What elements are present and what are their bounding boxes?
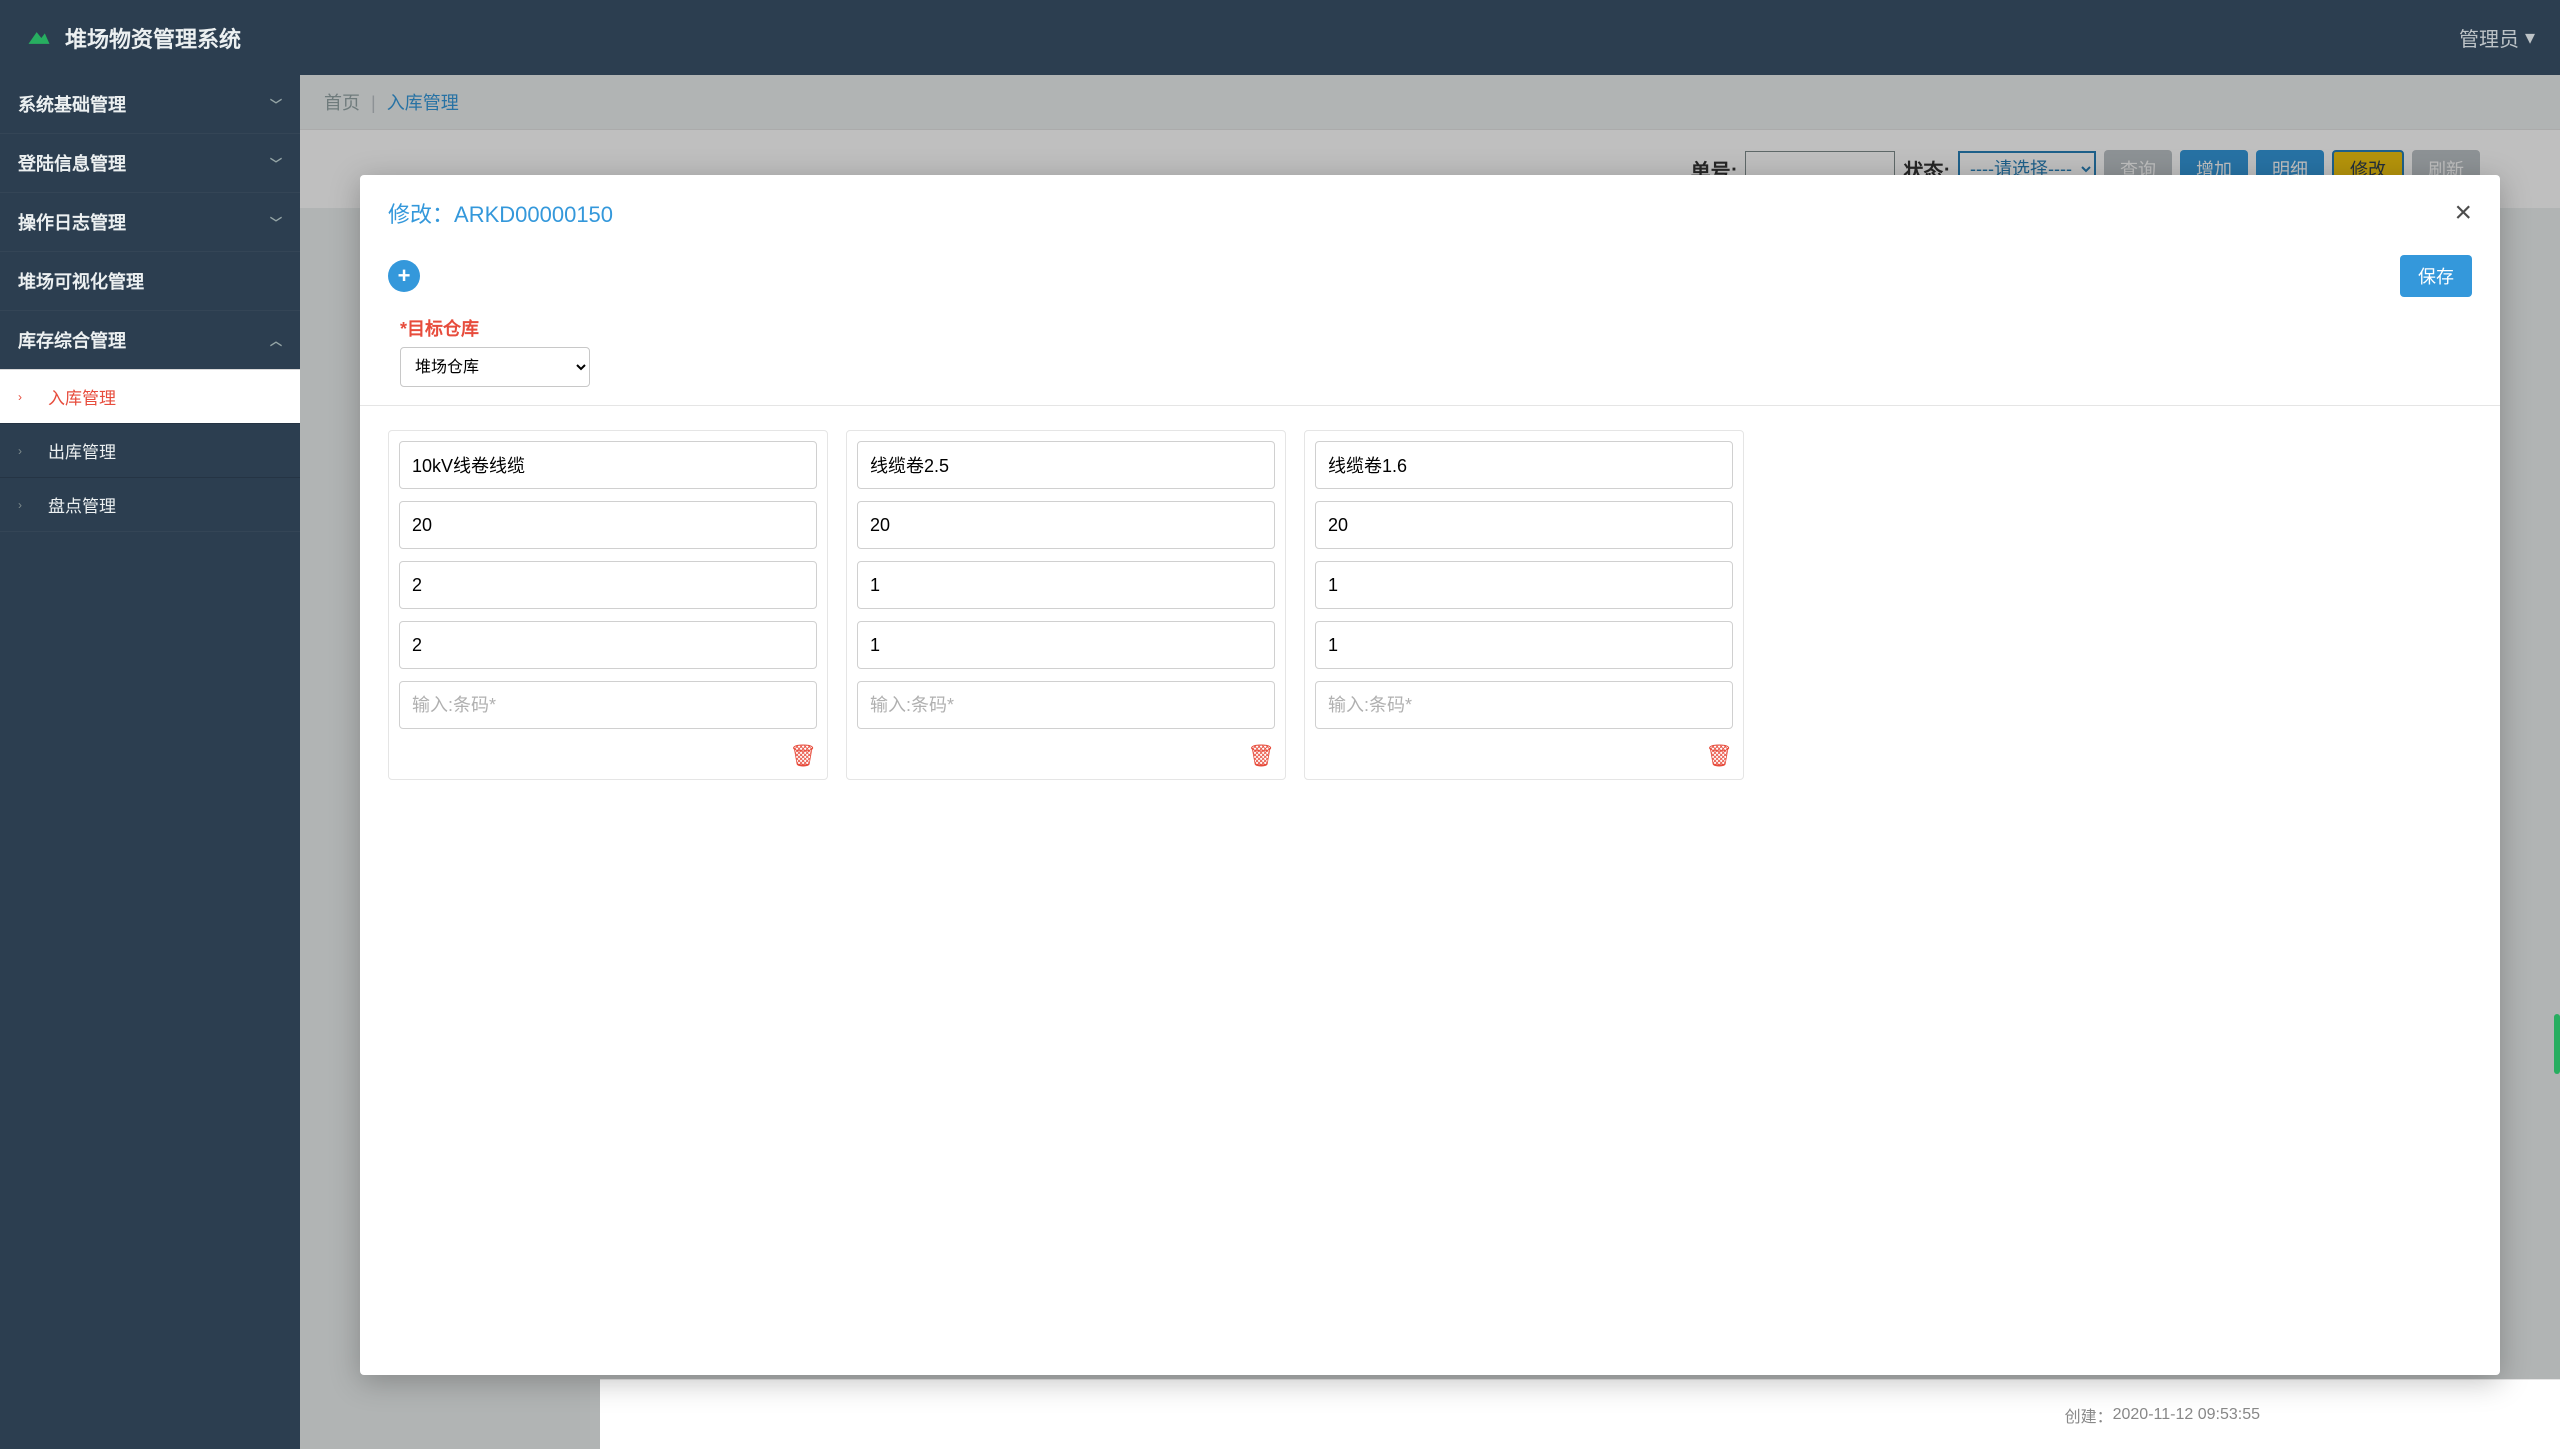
item-barcode-input[interactable] xyxy=(857,681,1275,729)
item-name-input[interactable] xyxy=(399,441,817,489)
chevron-down-icon: ﹀ xyxy=(270,155,282,172)
plus-icon: + xyxy=(398,263,411,289)
item-field4-input[interactable] xyxy=(857,621,1275,669)
item-name-input[interactable] xyxy=(1315,441,1733,489)
item-cards: 🗑 🗑 xyxy=(360,406,2500,804)
item-field3-input[interactable] xyxy=(857,561,1275,609)
item-field3-input[interactable] xyxy=(1315,561,1733,609)
close-icon[interactable]: × xyxy=(2454,198,2472,228)
item-card: 🗑 xyxy=(1304,430,1744,780)
menu-op-log[interactable]: 操作日志管理 ﹀ xyxy=(0,193,300,251)
trash-icon[interactable]: 🗑 xyxy=(1705,743,1733,769)
menu-system-base[interactable]: 系统基础管理 ﹀ xyxy=(0,75,300,133)
bg-table-row: 创建： 2020-11-12 09:53:55 xyxy=(600,1379,2560,1449)
content-area: 首页 | 入库管理 单号: 状态: ----请选择---- 查询 增加 明细 修… xyxy=(300,75,2560,1449)
add-item-button[interactable]: + xyxy=(388,260,420,292)
app-header: 堆场物资管理系统 管理员 ▾ xyxy=(0,0,2560,75)
app-title: 堆场物资管理系统 xyxy=(65,22,241,54)
item-card: 🗑 xyxy=(846,430,1286,780)
save-button[interactable]: 保存 xyxy=(2400,255,2472,297)
item-field3-input[interactable] xyxy=(399,561,817,609)
chevron-right-icon: › xyxy=(18,444,48,458)
item-field4-input[interactable] xyxy=(1315,621,1733,669)
caret-down-icon: ▾ xyxy=(2525,25,2535,50)
submenu-stocktake[interactable]: › 盘点管理 xyxy=(0,477,300,531)
logo-icon xyxy=(25,24,53,52)
item-field4-input[interactable] xyxy=(399,621,817,669)
item-barcode-input[interactable] xyxy=(1315,681,1733,729)
chevron-up-icon: ︿ xyxy=(270,332,282,349)
item-card: 🗑 xyxy=(388,430,828,780)
modal-title: 修改：ARKD00000150 xyxy=(388,197,613,229)
trash-icon[interactable]: 🗑 xyxy=(1247,743,1275,769)
submenu-inbound[interactable]: › 入库管理 xyxy=(0,369,300,423)
target-warehouse-label: *目标仓库 xyxy=(400,315,2460,341)
user-label: 管理员 xyxy=(2459,23,2519,52)
chevron-down-icon: ﹀ xyxy=(270,96,282,113)
scrollbar-thumb[interactable] xyxy=(2554,1014,2560,1074)
target-warehouse-select[interactable]: 堆场仓库 xyxy=(400,347,590,387)
item-barcode-input[interactable] xyxy=(399,681,817,729)
submenu-outbound[interactable]: › 出库管理 xyxy=(0,423,300,477)
menu-yard-visual[interactable]: 堆场可视化管理 xyxy=(0,252,300,310)
sidebar: 系统基础管理 ﹀ 登陆信息管理 ﹀ 操作日志管理 ﹀ 堆场可视化管理 xyxy=(0,75,300,1449)
item-qty-input[interactable] xyxy=(857,501,1275,549)
user-menu[interactable]: 管理员 ▾ xyxy=(2459,23,2535,52)
edit-modal: 修改：ARKD00000150 × + 保存 *目标仓库 堆场仓库 xyxy=(360,175,2500,1375)
trash-icon[interactable]: 🗑 xyxy=(789,743,817,769)
menu-login-info[interactable]: 登陆信息管理 ﹀ xyxy=(0,134,300,192)
chevron-down-icon: ﹀ xyxy=(270,214,282,231)
item-qty-input[interactable] xyxy=(1315,501,1733,549)
chevron-right-icon: › xyxy=(18,390,48,404)
item-qty-input[interactable] xyxy=(399,501,817,549)
chevron-right-icon: › xyxy=(18,498,48,512)
menu-inventory[interactable]: 库存综合管理 ︿ xyxy=(0,311,300,369)
item-name-input[interactable] xyxy=(857,441,1275,489)
